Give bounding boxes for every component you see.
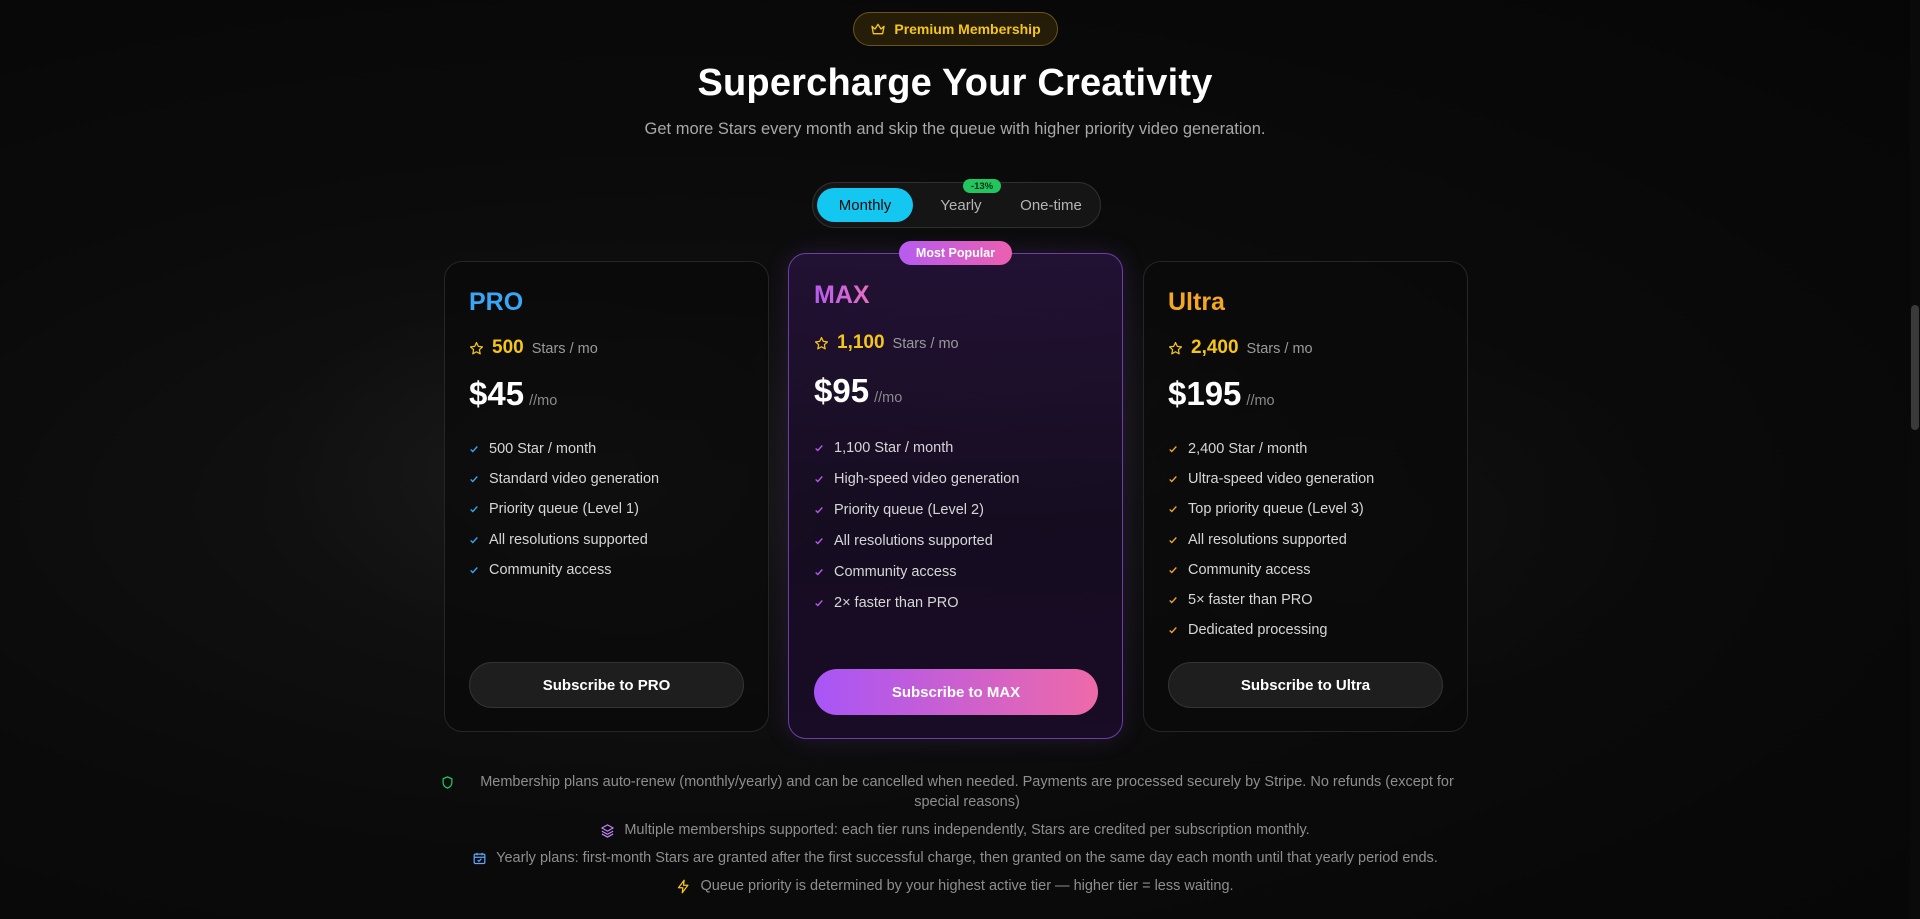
- price-period: //mo: [1246, 393, 1275, 409]
- subscribe-max-button[interactable]: Subscribe to MAX: [814, 669, 1098, 715]
- stars-unit: Stars / mo: [531, 341, 598, 357]
- check-icon: [815, 568, 823, 575]
- tab-one-time[interactable]: One-time: [1005, 188, 1097, 222]
- check-icon: [1169, 566, 1177, 574]
- check-icon: [815, 537, 823, 544]
- footnotes: Membership plans auto-renew (monthly/yea…: [440, 772, 1470, 904]
- check-icon: [815, 444, 823, 451]
- feature-item: Community access: [1168, 555, 1374, 585]
- stars-unit: Stars / mo: [1246, 341, 1313, 357]
- subscribe-ultra-button[interactable]: Subscribe to Ultra: [1168, 662, 1443, 708]
- plan-card-ultra: Ultra 2,400 Stars / mo $195 //mo 2,400 S…: [1143, 261, 1468, 732]
- feature-item: 1,100 Star / month: [814, 432, 1019, 463]
- stars-row: 500 Stars / mo: [469, 337, 598, 359]
- feature-item: Dedicated processing: [1168, 615, 1374, 645]
- check-icon: [1169, 506, 1177, 513]
- check-icon: [1169, 476, 1177, 483]
- feature-item: Standard video generation: [469, 464, 659, 494]
- calendar-icon: [473, 852, 486, 865]
- check-icon: [815, 475, 823, 482]
- check-icon: [1169, 446, 1177, 453]
- feature-item: All resolutions supported: [814, 525, 1019, 556]
- scrollbar-thumb[interactable]: [1911, 305, 1919, 430]
- feature-item: Top priority queue (Level 3): [1168, 494, 1374, 524]
- check-icon: [470, 566, 478, 574]
- price-row: $195 //mo: [1168, 375, 1275, 413]
- plan-card-max: MAX 1,100 Stars / mo $95 //mo 1,100 Star…: [788, 253, 1123, 739]
- feature-item: 500 Star / month: [469, 434, 659, 464]
- price-row: $45 //mo: [469, 375, 557, 413]
- layers-icon: [601, 824, 615, 838]
- billing-toggle: Monthly Yearly One-time: [812, 182, 1101, 228]
- feature-item: Community access: [814, 556, 1019, 587]
- feature-item: Priority queue (Level 1): [469, 494, 659, 524]
- subscribe-pro-button[interactable]: Subscribe to PRO: [469, 662, 744, 708]
- feature-list: 1,100 Star / month High-speed video gene…: [814, 432, 1019, 618]
- note-item: Yearly plans: first-month Stars are gran…: [440, 848, 1470, 868]
- price-row: $95 //mo: [814, 372, 902, 410]
- note-item: Multiple memberships supported: each tie…: [440, 820, 1470, 840]
- plan-name: Ultra: [1168, 288, 1225, 316]
- page-title: Supercharge Your Creativity: [697, 62, 1213, 104]
- note-item: Queue priority is determined by your hig…: [440, 876, 1470, 896]
- plan-price: $45: [469, 375, 525, 412]
- feature-item: Ultra-speed video generation: [1168, 464, 1374, 494]
- tab-monthly[interactable]: Monthly: [817, 188, 913, 222]
- check-icon: [470, 536, 478, 544]
- feature-item: 2× faster than PRO: [814, 587, 1019, 618]
- star-icon: [469, 341, 484, 354]
- premium-badge-label: Premium Membership: [894, 21, 1041, 37]
- page-subtitle: Get more Stars every month and skip the …: [644, 120, 1266, 138]
- lightning-icon: [678, 879, 689, 894]
- feature-item: 2,400 Star / month: [1168, 434, 1374, 464]
- scrollbar[interactable]: [1910, 0, 1920, 919]
- check-icon: [1169, 627, 1177, 634]
- star-icon: [1168, 341, 1183, 354]
- premium-badge: Premium Membership: [853, 12, 1058, 46]
- feature-item: 5× faster than PRO: [1168, 585, 1374, 615]
- feature-item: Priority queue (Level 2): [814, 494, 1019, 525]
- plan-card-pro: PRO 500 Stars / mo $45 //mo 500 Star / m…: [444, 261, 769, 732]
- plan-price: $195: [1168, 375, 1242, 412]
- check-icon: [470, 476, 478, 483]
- stars-amount: 500: [492, 337, 524, 358]
- price-period: //mo: [874, 390, 903, 406]
- discount-badge: -13%: [963, 179, 1001, 193]
- feature-list: 500 Star / month Standard video generati…: [469, 434, 659, 585]
- feature-item: Community access: [469, 555, 659, 585]
- plan-name: MAX: [814, 281, 870, 309]
- check-icon: [470, 446, 478, 453]
- note-item: Membership plans auto-renew (monthly/yea…: [440, 772, 1470, 812]
- stars-amount: 2,400: [1191, 337, 1239, 358]
- stars-amount: 1,100: [837, 332, 885, 353]
- tab-yearly[interactable]: Yearly: [917, 188, 1005, 222]
- most-popular-badge: Most Popular: [899, 241, 1012, 265]
- feature-item: All resolutions supported: [469, 525, 659, 555]
- check-icon: [1169, 597, 1177, 604]
- feature-list: 2,400 Star / month Ultra-speed video gen…: [1168, 434, 1374, 645]
- stars-row: 2,400 Stars / mo: [1168, 337, 1313, 359]
- feature-item: High-speed video generation: [814, 463, 1019, 494]
- stars-row: 1,100 Stars / mo: [814, 332, 959, 354]
- check-icon: [815, 599, 823, 606]
- check-icon: [470, 506, 478, 513]
- shield-icon: [442, 776, 453, 789]
- price-period: //mo: [529, 393, 558, 409]
- stars-unit: Stars / mo: [892, 336, 959, 352]
- check-icon: [815, 506, 823, 513]
- crown-icon: [871, 23, 886, 35]
- star-icon: [814, 336, 829, 349]
- feature-item: All resolutions supported: [1168, 525, 1374, 555]
- plan-name: PRO: [469, 288, 524, 316]
- plan-price: $95: [814, 372, 870, 409]
- check-icon: [1169, 536, 1177, 544]
